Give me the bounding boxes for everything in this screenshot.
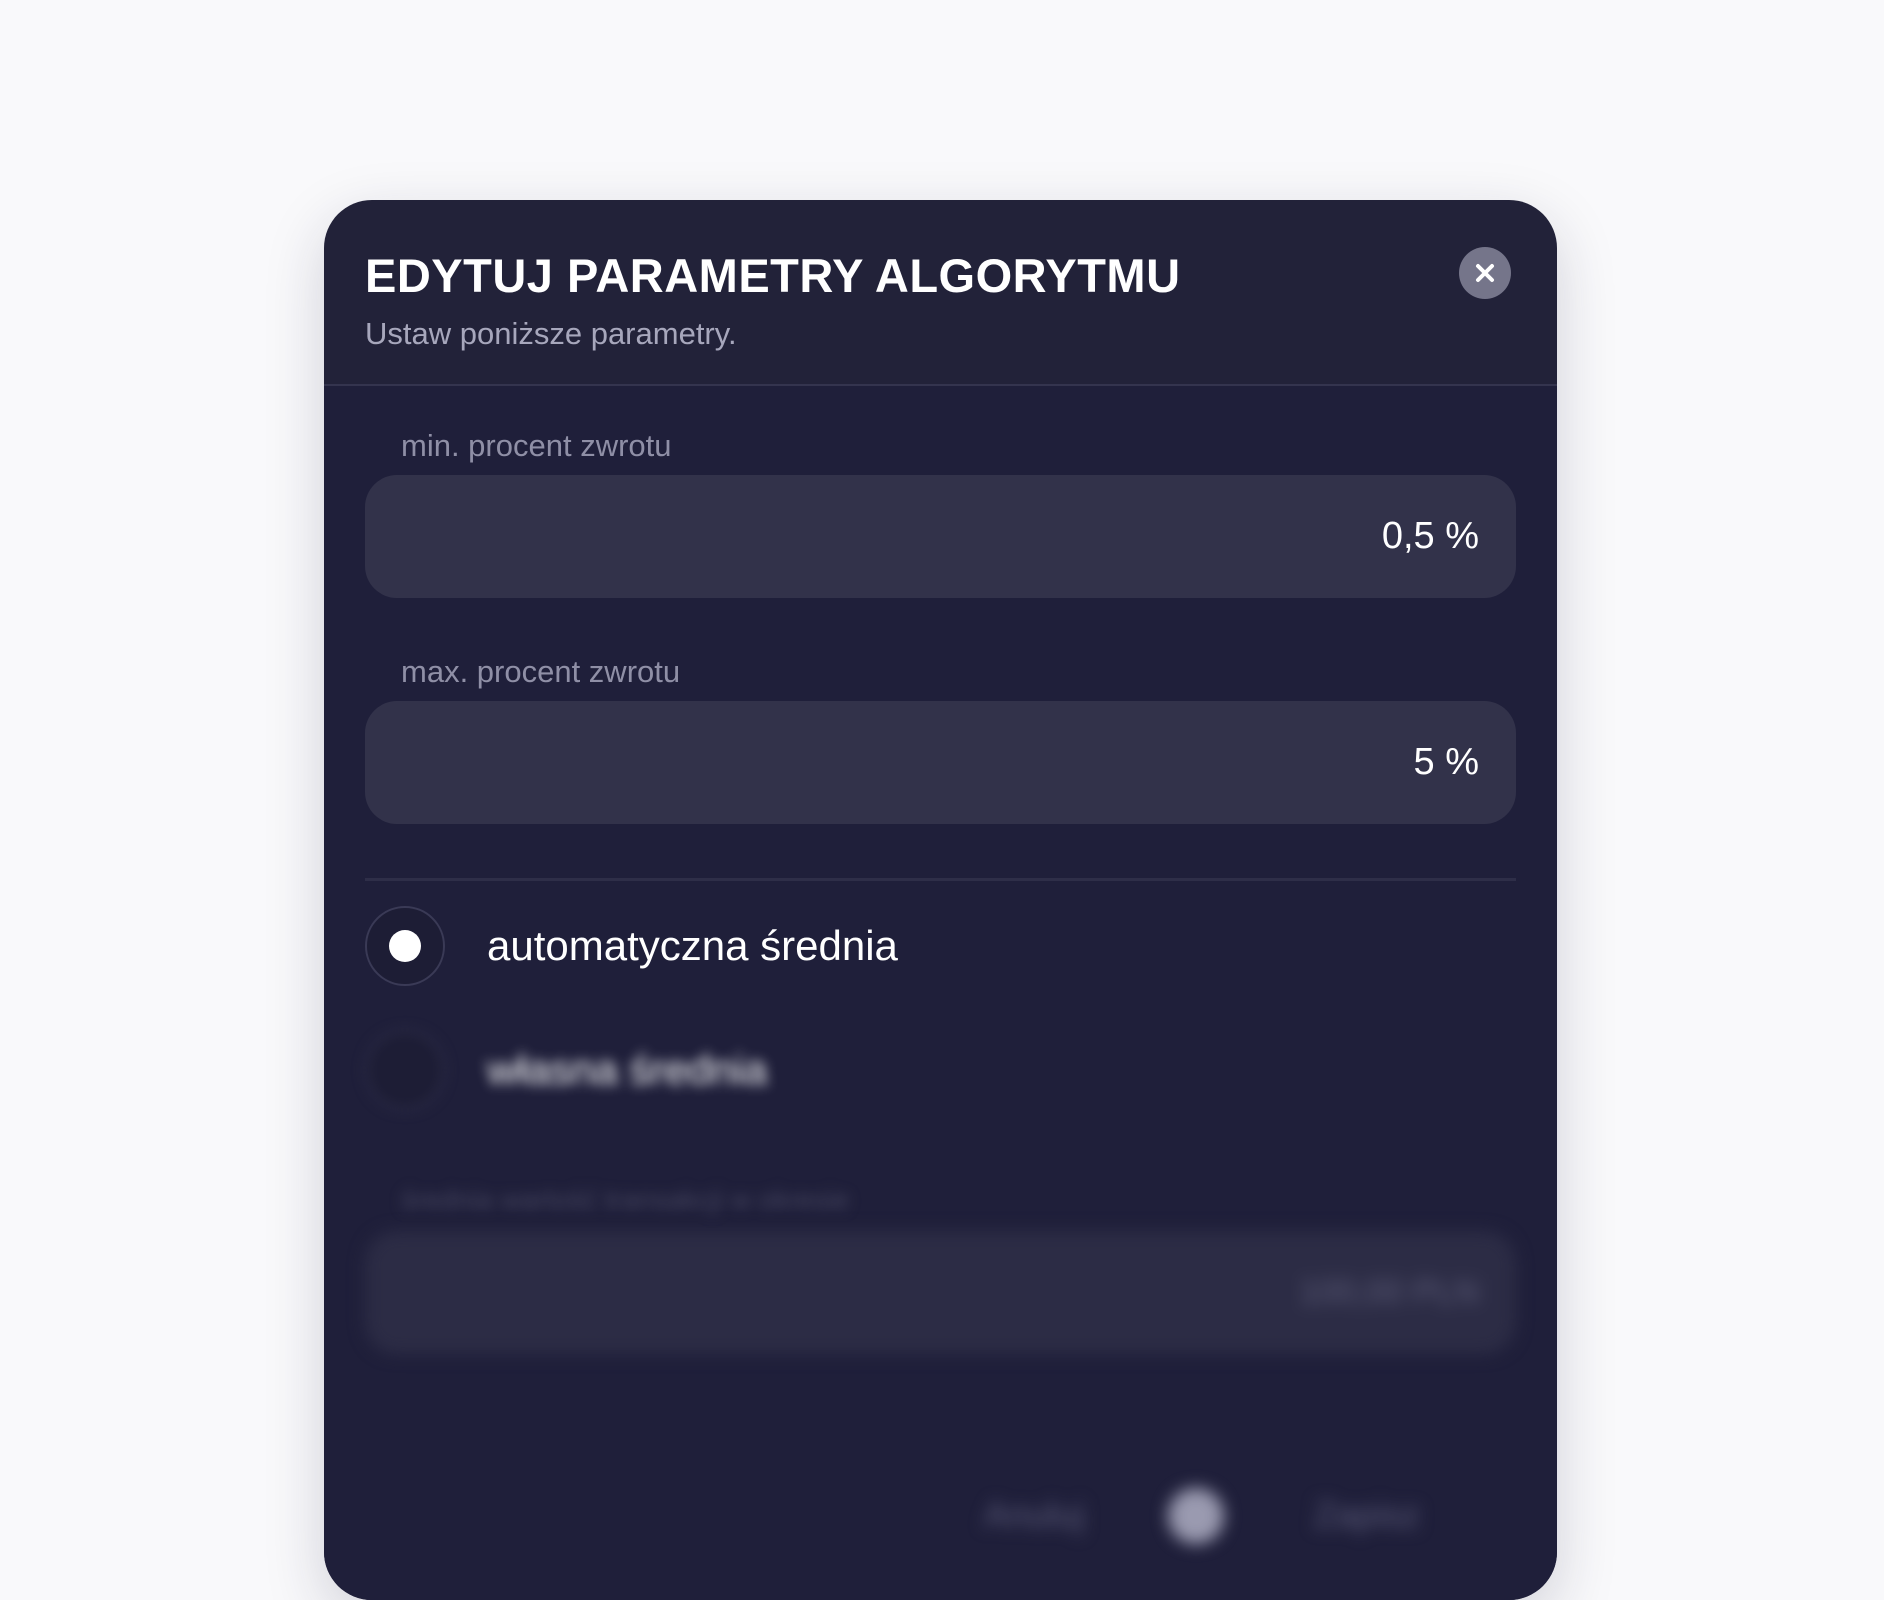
save-button[interactable]: Zapisz [1314,1494,1420,1536]
radio-button-unchecked[interactable] [365,1030,445,1110]
min-return-value: 0,5 % [1381,515,1479,557]
section-divider [365,878,1516,881]
loading-indicator [1168,1488,1224,1544]
radio-automatic-average[interactable]: automatyczna średnia [365,904,898,988]
average-value-input[interactable]: 100,00 PLN [365,1231,1516,1354]
close-icon [1476,264,1494,282]
modal-body: min. procent zwrotu 0,5 % max. procent z… [324,386,1557,1600]
max-return-label: max. procent zwrotu [401,654,681,689]
close-button[interactable] [1459,247,1511,299]
modal-footer: Anuluj Zapisz [324,1444,1557,1600]
average-value-value: 100,00 PLN [1299,1273,1479,1311]
radio-label-custom-average: własna średnia [487,1046,768,1093]
radio-button-checked[interactable] [365,906,445,986]
average-value-label: średnia wartość transakcji w okresie [401,1184,850,1215]
max-return-value: 5 % [1413,741,1479,783]
modal-subtitle: Ustaw poniższe parametry. [365,316,737,351]
modal-header: EDYTUJ PARAMETRY ALGORYTMU Ustaw poniższ… [324,200,1557,386]
min-return-input[interactable]: 0,5 % [365,475,1516,598]
max-return-input[interactable]: 5 % [365,701,1516,824]
cancel-button[interactable]: Anuluj [984,1494,1084,1536]
min-return-label: min. procent zwrotu [401,428,672,463]
radio-dot [389,930,421,962]
modal-title: EDYTUJ PARAMETRY ALGORYTMU [365,249,1181,302]
radio-custom-average[interactable]: własna średnia [365,1028,767,1112]
radio-label-automatic-average: automatyczna średnia [487,922,898,969]
edit-algorithm-params-modal: EDYTUJ PARAMETRY ALGORYTMU Ustaw poniższ… [324,200,1557,1600]
